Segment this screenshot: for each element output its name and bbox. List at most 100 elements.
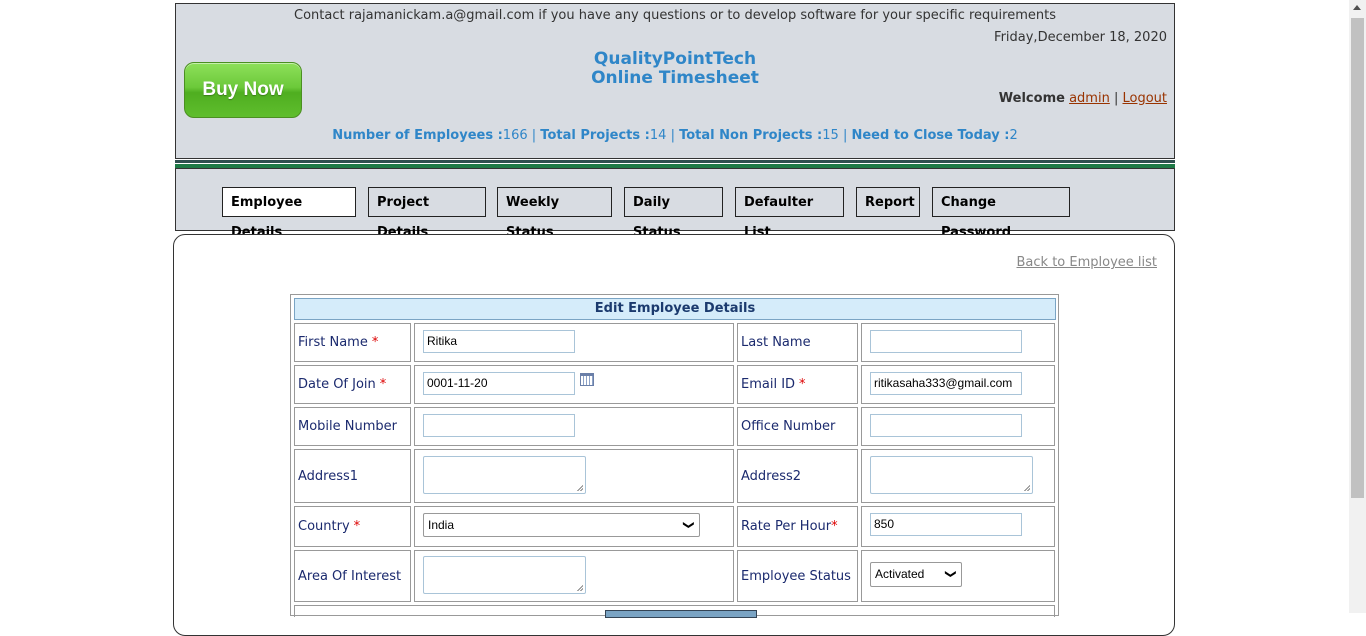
area-of-interest-label: Area Of Interest bbox=[298, 568, 402, 584]
edit-employee-form: Edit Employee Details First Name * Ritika… bbox=[290, 294, 1059, 618]
app-title: QualityPointTech Online Timesheet bbox=[176, 50, 1174, 88]
mobile-input[interactable] bbox=[423, 414, 575, 437]
tab-weekly-status[interactable]: Weekly Status bbox=[497, 187, 612, 240]
contact-text: Contact rajamanickam.a@gmail.com if you … bbox=[294, 8, 1056, 23]
scroll-thumb[interactable] bbox=[1351, 18, 1364, 498]
required-mark: * bbox=[379, 377, 387, 392]
email-label: Email ID bbox=[741, 377, 796, 392]
last-name-cell bbox=[861, 323, 1055, 362]
date-of-join-input[interactable]: 0001-11-20 bbox=[423, 372, 575, 395]
first-name-label: First Name bbox=[298, 335, 368, 350]
country-selected-value: India bbox=[428, 518, 455, 532]
employee-status-label-cell: Employee Status bbox=[737, 550, 858, 602]
employee-status-cell: Activated ❯ bbox=[861, 550, 1055, 602]
resize-grip-icon[interactable] bbox=[577, 485, 583, 491]
last-name-label-cell: Last Name bbox=[737, 323, 858, 362]
tab-project-details[interactable]: Project Details bbox=[368, 187, 486, 240]
stat-value-projects: 14 bbox=[649, 128, 667, 143]
user-link[interactable]: admin bbox=[1069, 91, 1110, 106]
logout-link[interactable]: Logout bbox=[1122, 91, 1167, 106]
app-title-line2: Online Timesheet bbox=[591, 68, 759, 88]
country-label-cell: Country * bbox=[294, 506, 411, 547]
required-mark: * bbox=[831, 519, 838, 534]
chevron-down-icon: ❯ bbox=[944, 569, 957, 579]
last-name-input[interactable] bbox=[870, 330, 1022, 353]
area-of-interest-cell bbox=[414, 550, 734, 602]
resize-grip-icon[interactable] bbox=[577, 585, 583, 591]
last-name-label: Last Name bbox=[741, 335, 811, 350]
stat-label-employees: Number of Employees : bbox=[332, 128, 503, 143]
stat-separator: | bbox=[842, 128, 848, 143]
employee-status-select[interactable]: Activated ❯ bbox=[870, 562, 962, 587]
tab-defaulter-list[interactable]: Defaulter List bbox=[735, 187, 844, 240]
rate-label-cell: Rate Per Hour * bbox=[737, 506, 858, 547]
mobile-label-cell: Mobile Number bbox=[294, 407, 411, 446]
update-button[interactable] bbox=[605, 610, 757, 618]
stat-value-close-today: 2 bbox=[1009, 128, 1018, 143]
mobile-cell bbox=[414, 407, 734, 446]
email-input[interactable]: ritikasaha333@gmail.com bbox=[870, 372, 1022, 395]
scroll-up-arrow-icon[interactable] bbox=[1353, 5, 1361, 10]
calendar-icon[interactable] bbox=[580, 373, 594, 386]
address2-label-cell: Address2 bbox=[737, 449, 858, 503]
address2-textarea[interactable] bbox=[870, 456, 1033, 494]
tab-report[interactable]: Report bbox=[856, 187, 920, 217]
tab-employee-details[interactable]: Employee Details bbox=[222, 187, 356, 240]
office-number-label-cell: Office Number bbox=[737, 407, 858, 446]
address1-label-cell: Address1 bbox=[294, 449, 411, 503]
tab-daily-status[interactable]: Daily Status bbox=[624, 187, 723, 240]
resize-grip-icon[interactable] bbox=[1024, 485, 1030, 491]
welcome-separator: | bbox=[1113, 91, 1119, 106]
main-nav: Employee Details Project Details Weekly … bbox=[175, 168, 1175, 240]
current-date: Friday,December 18, 2020 bbox=[994, 30, 1167, 45]
welcome-area: Welcome admin | Logout bbox=[999, 91, 1167, 106]
email-label-cell: Email ID * bbox=[737, 365, 858, 404]
date-of-join-cell: 0001-11-20 bbox=[414, 365, 734, 404]
stat-label-close-today: Need to Close Today : bbox=[851, 128, 1010, 143]
address2-label: Address2 bbox=[741, 468, 802, 484]
address1-textarea[interactable] bbox=[423, 456, 586, 494]
stat-label-non-projects: Total Non Projects : bbox=[679, 128, 823, 143]
chevron-down-icon: ❯ bbox=[682, 520, 695, 530]
stat-separator: | bbox=[670, 128, 675, 143]
employee-status-selected-value: Activated bbox=[875, 567, 925, 581]
back-to-employee-list-link[interactable]: Back to Employee list bbox=[1017, 255, 1158, 270]
first-name-cell: Ritika bbox=[414, 323, 734, 362]
required-mark: * bbox=[371, 335, 379, 350]
first-name-label-cell: First Name * bbox=[294, 323, 411, 362]
date-of-join-label: Date Of Join bbox=[298, 377, 376, 392]
office-number-input[interactable] bbox=[870, 414, 1022, 437]
address1-label: Address1 bbox=[298, 468, 359, 484]
email-cell: ritikasaha333@gmail.com bbox=[861, 365, 1055, 404]
country-label: Country bbox=[298, 519, 350, 534]
form-footer-row bbox=[294, 605, 1055, 618]
stat-label-projects: Total Projects : bbox=[540, 128, 650, 143]
rate-input[interactable]: 850 bbox=[870, 513, 1022, 536]
mobile-label: Mobile Number bbox=[298, 419, 397, 434]
rate-cell: 850 bbox=[861, 506, 1055, 547]
country-cell: India ❯ bbox=[414, 506, 734, 547]
stat-value-non-projects: 15 bbox=[822, 128, 839, 143]
country-select[interactable]: India ❯ bbox=[423, 513, 700, 537]
stat-value-employees: 166 bbox=[502, 128, 528, 143]
office-number-label: Office Number bbox=[741, 419, 836, 434]
area-of-interest-label-cell: Area Of Interest bbox=[294, 550, 411, 602]
employee-status-label: Employee Status bbox=[741, 568, 851, 584]
stat-separator: | bbox=[531, 128, 537, 143]
vertical-scrollbar[interactable] bbox=[1349, 0, 1366, 613]
welcome-label: Welcome bbox=[998, 91, 1065, 106]
first-name-input[interactable]: Ritika bbox=[423, 330, 575, 353]
form-title: Edit Employee Details bbox=[294, 298, 1056, 320]
area-of-interest-textarea[interactable] bbox=[423, 556, 586, 594]
header-divider bbox=[175, 160, 1175, 163]
stats-bar: Number of Employees :166 | Total Project… bbox=[176, 128, 1174, 143]
rate-label: Rate Per Hour bbox=[741, 519, 832, 534]
app-title-line1: QualityPointTech bbox=[593, 49, 757, 69]
page-header: Contact rajamanickam.a@gmail.com if you … bbox=[175, 3, 1175, 159]
address2-cell bbox=[861, 449, 1055, 503]
tab-change-password[interactable]: Change Password bbox=[932, 187, 1070, 240]
date-of-join-label-cell: Date Of Join * bbox=[294, 365, 411, 404]
office-number-cell bbox=[861, 407, 1055, 446]
address1-cell bbox=[414, 449, 734, 503]
required-mark: * bbox=[799, 377, 806, 392]
